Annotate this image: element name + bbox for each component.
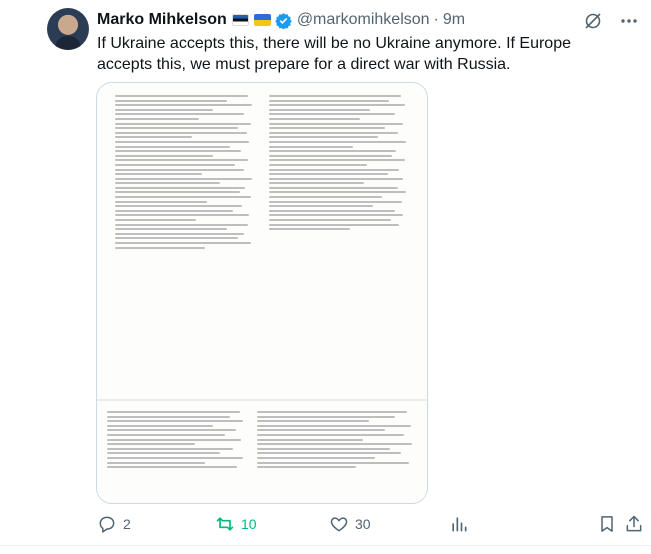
reply-count: 2	[123, 516, 131, 532]
tweet-bottom-divider	[0, 545, 651, 546]
document-page-2	[97, 401, 427, 503]
document-page-1	[97, 83, 427, 399]
verified-badge-icon	[275, 12, 292, 29]
retweet-icon	[216, 517, 234, 531]
bookmark-icon	[601, 516, 613, 532]
tweet-header: Marko Mihkelson @markomihkelson · 9m	[97, 9, 617, 31]
reply-button[interactable]: 2	[97, 514, 131, 534]
estonia-flag-icon	[231, 14, 249, 26]
heart-icon	[330, 517, 348, 532]
avatar[interactable]	[47, 8, 89, 50]
tweet[interactable]: Marko Mihkelson @markomihkelson · 9m If …	[0, 0, 651, 554]
share-icon	[626, 515, 642, 532]
like-count: 30	[355, 516, 371, 532]
attached-document-image[interactable]	[96, 82, 428, 504]
reply-icon	[99, 516, 115, 533]
views-button[interactable]	[449, 514, 469, 534]
document-column-left-2	[107, 411, 247, 471]
timestamp[interactable]: 9m	[443, 11, 465, 29]
more-icon[interactable]	[619, 11, 639, 31]
views-icon	[452, 517, 467, 532]
tweet-actions: 2 10 30	[97, 513, 642, 535]
header-separator: ·	[433, 11, 439, 28]
author-handle[interactable]: @markomihkelson	[297, 11, 430, 29]
tweet-text: If Ukraine accepts this, there will be n…	[97, 35, 571, 73]
retweet-count: 10	[241, 516, 257, 532]
author-name[interactable]: Marko Mihkelson	[97, 11, 227, 29]
ukraine-flag-icon	[253, 14, 271, 26]
share-button[interactable]	[624, 514, 644, 534]
like-button[interactable]: 30	[329, 514, 371, 534]
tweet-top-icons	[583, 11, 639, 31]
document-column-right-2	[257, 411, 417, 471]
bookmark-button[interactable]	[597, 514, 617, 534]
retweet-button[interactable]: 10	[215, 514, 257, 534]
document-column-left	[115, 95, 255, 251]
document-column-right	[269, 95, 409, 233]
grok-icon[interactable]	[583, 11, 603, 31]
